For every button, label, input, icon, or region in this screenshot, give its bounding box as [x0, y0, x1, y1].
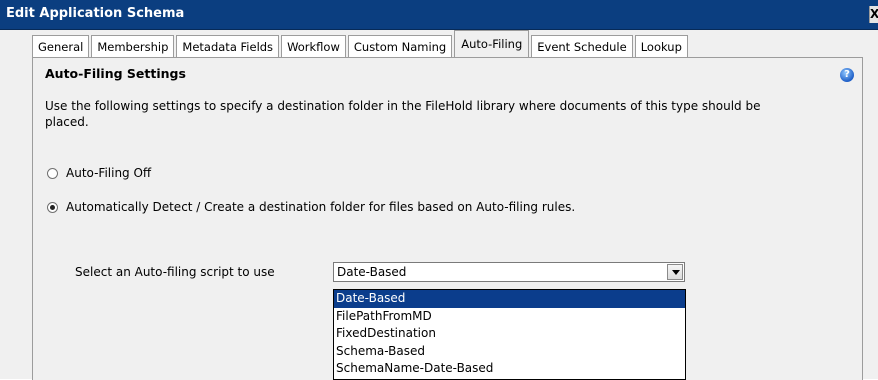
tab-auto-filing[interactable]: Auto-Filing — [454, 30, 530, 57]
option-schema-based[interactable]: Schema-Based — [334, 343, 685, 361]
radio-auto-filing-off[interactable]: Auto-Filing Off — [47, 166, 151, 180]
window-title: Edit Application Schema — [6, 6, 185, 21]
tab-workflow[interactable]: Workflow — [281, 35, 346, 57]
tab-custom-naming[interactable]: Custom Naming — [347, 35, 453, 57]
radio-label-off: Auto-Filing Off — [66, 166, 152, 180]
tab-lookup[interactable]: Lookup — [634, 35, 688, 57]
auto-filing-panel: Auto-Filing Settings ? Use the following… — [32, 57, 863, 380]
dropdown-arrow-icon[interactable] — [667, 264, 683, 280]
radio-label-auto-detect: Automatically Detect / Create a destinat… — [66, 200, 576, 214]
tab-metadata-fields[interactable]: Metadata Fields — [176, 35, 280, 57]
auto-filing-script-select[interactable]: Date-Based — [333, 262, 685, 282]
tab-event-schedule[interactable]: Event Schedule — [531, 35, 633, 57]
tab-membership[interactable]: Membership — [91, 35, 175, 57]
tab-strip: General Membership Metadata Fields Workf… — [32, 30, 690, 57]
radio-auto-detect[interactable]: Automatically Detect / Create a destinat… — [47, 200, 575, 214]
option-fixeddestination[interactable]: FixedDestination — [334, 325, 685, 343]
title-bar: Edit Application Schema X — [0, 0, 878, 30]
select-value: Date-Based — [337, 265, 407, 279]
script-dropdown-list: Date-Based FilePathFromMD FixedDestinati… — [333, 289, 686, 380]
script-select-label: Select an Auto-filing script to use — [75, 265, 275, 279]
panel-title: Auto-Filing Settings — [45, 66, 186, 81]
radio-button-off[interactable] — [47, 167, 58, 179]
option-filepathfrommd[interactable]: FilePathFromMD — [334, 308, 685, 326]
tab-general[interactable]: General — [32, 35, 90, 57]
radio-button-auto-detect[interactable] — [47, 201, 58, 213]
option-schemaname-date-based[interactable]: SchemaName-Date-Based — [334, 360, 685, 378]
description-text: Use the following settings to specify a … — [45, 99, 761, 129]
close-icon[interactable]: X — [869, 6, 878, 23]
option-date-based[interactable]: Date-Based — [334, 290, 685, 308]
help-icon[interactable]: ? — [840, 68, 854, 82]
